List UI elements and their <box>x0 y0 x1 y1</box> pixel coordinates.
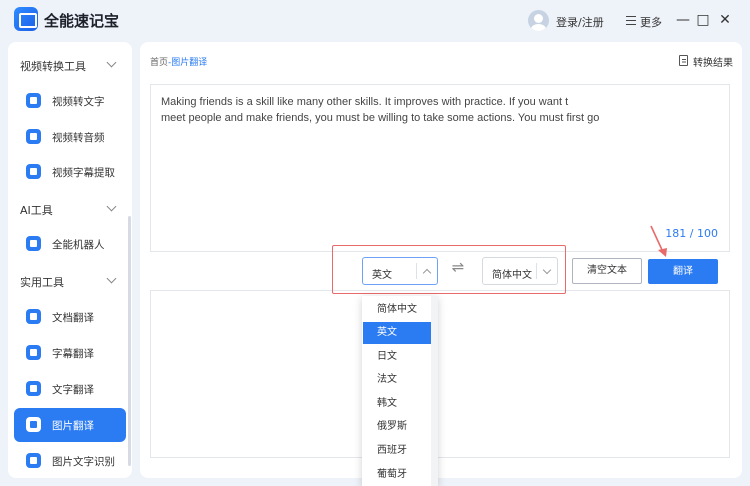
title-bar: 全能速记宝 登录/注册 更多 — □ ✕ <box>0 0 750 42</box>
sidebar-item-label: 文字翻译 <box>52 384 94 396</box>
user-avatar-icon[interactable] <box>528 10 549 31</box>
sidebar-item-label: 图片文字识别 <box>52 456 115 468</box>
document-icon <box>26 309 41 324</box>
text-icon <box>26 93 41 108</box>
sidebar-item-label: 视频转音频 <box>52 132 105 144</box>
app-logo-icon <box>14 7 38 31</box>
sidebar-item-subtitle-extract[interactable]: 视频字幕提取 <box>14 155 126 189</box>
sidebar-item-image-translate[interactable]: 图片翻译 <box>14 408 126 442</box>
maximize-button[interactable]: □ <box>696 13 710 27</box>
sidebar-item-label: 文档翻译 <box>52 312 94 324</box>
dropdown-option-english[interactable]: 英文 <box>363 322 431 344</box>
login-link[interactable]: 登录/注册 <box>556 14 604 30</box>
chevron-down-icon[interactable] <box>106 273 117 284</box>
source-text-line: meet people and make friends, you must b… <box>161 112 600 124</box>
breadcrumb-current: 图片翻译 <box>171 58 208 68</box>
source-text-line: Making friends is a skill like many othe… <box>161 96 569 108</box>
sidebar-group-utilities[interactable]: 实用工具 <box>20 274 64 290</box>
sidebar-item-text-translate[interactable]: 文字翻译 <box>14 372 126 406</box>
sidebar-item-doc-translate[interactable]: 文档翻译 <box>14 300 126 334</box>
dropdown-option-japanese[interactable]: 日文 <box>363 346 431 368</box>
source-text-area[interactable]: Making friends is a skill like many othe… <box>150 84 730 252</box>
sidebar-item-label: 视频转文字 <box>52 96 105 108</box>
minimize-button[interactable]: — <box>676 13 690 27</box>
menu-icon[interactable] <box>626 16 636 25</box>
clear-text-button[interactable]: 清空文本 <box>572 258 642 284</box>
sidebar-item-label: 字幕翻译 <box>52 348 94 360</box>
document-icon[interactable] <box>679 55 688 66</box>
translate-icon <box>26 381 41 396</box>
translate-button[interactable]: 翻译 <box>648 259 718 284</box>
dropdown-option-simplified-chinese[interactable]: 简体中文 <box>363 299 431 321</box>
sidebar: 视频转换工具 视频转文字 视频转音频 视频字幕提取 AI工具 全能机器人 实用工… <box>8 42 132 478</box>
conversion-result-button[interactable]: 转换结果 <box>693 54 733 69</box>
dropdown-option-french[interactable]: 法文 <box>363 369 431 391</box>
sidebar-group-video-tools[interactable]: 视频转换工具 <box>20 58 86 74</box>
dropdown-option-korean[interactable]: 韩文 <box>363 393 431 415</box>
dropdown-option-russian[interactable]: 俄罗斯 <box>363 416 431 438</box>
highlight-frame <box>332 245 566 294</box>
sidebar-group-ai-tools[interactable]: AI工具 <box>20 202 53 218</box>
character-counter: 181 / 100 <box>665 227 718 240</box>
sidebar-scrollbar[interactable] <box>128 216 131 466</box>
source-text: Making friends is a skill like many othe… <box>161 94 721 126</box>
sidebar-item-video-to-audio[interactable]: 视频转音频 <box>14 120 126 154</box>
chevron-down-icon[interactable] <box>106 201 117 212</box>
dropdown-scrollbar[interactable] <box>431 296 438 486</box>
app-title: 全能速记宝 <box>44 12 120 30</box>
breadcrumb: 首页-图片翻译 <box>150 55 207 68</box>
sidebar-item-label: 全能机器人 <box>52 239 105 251</box>
sidebar-item-ocr[interactable]: 图片文字识别 <box>14 444 126 478</box>
sidebar-item-label: 视频字幕提取 <box>52 167 115 179</box>
audio-icon <box>26 129 41 144</box>
sidebar-item-subtitle-translate[interactable]: 字幕翻译 <box>14 336 126 370</box>
sidebar-item-robot[interactable]: 全能机器人 <box>14 227 126 261</box>
ocr-icon <box>26 453 41 468</box>
language-dropdown: 简体中文 英文 日文 法文 韩文 俄罗斯 西班牙 葡萄牙 <box>362 296 438 486</box>
close-button[interactable]: ✕ <box>718 13 732 27</box>
breadcrumb-home[interactable]: 首页 <box>150 58 168 68</box>
upload-icon <box>26 164 41 179</box>
dropdown-option-portuguese[interactable]: 葡萄牙 <box>363 464 431 486</box>
dropdown-option-spanish[interactable]: 西班牙 <box>363 440 431 462</box>
annotation-arrow-icon <box>650 225 667 257</box>
more-menu-button[interactable]: 更多 <box>640 14 662 30</box>
translation-output-area[interactable] <box>150 290 730 458</box>
image-icon <box>26 417 41 432</box>
main-panel: 首页-图片翻译 转换结果 Making friends is a skill l… <box>140 42 742 478</box>
robot-icon <box>26 236 41 251</box>
sidebar-item-video-to-text[interactable]: 视频转文字 <box>14 84 126 118</box>
chevron-down-icon[interactable] <box>106 57 117 68</box>
subtitle-icon <box>26 345 41 360</box>
sidebar-item-label: 图片翻译 <box>52 420 94 432</box>
